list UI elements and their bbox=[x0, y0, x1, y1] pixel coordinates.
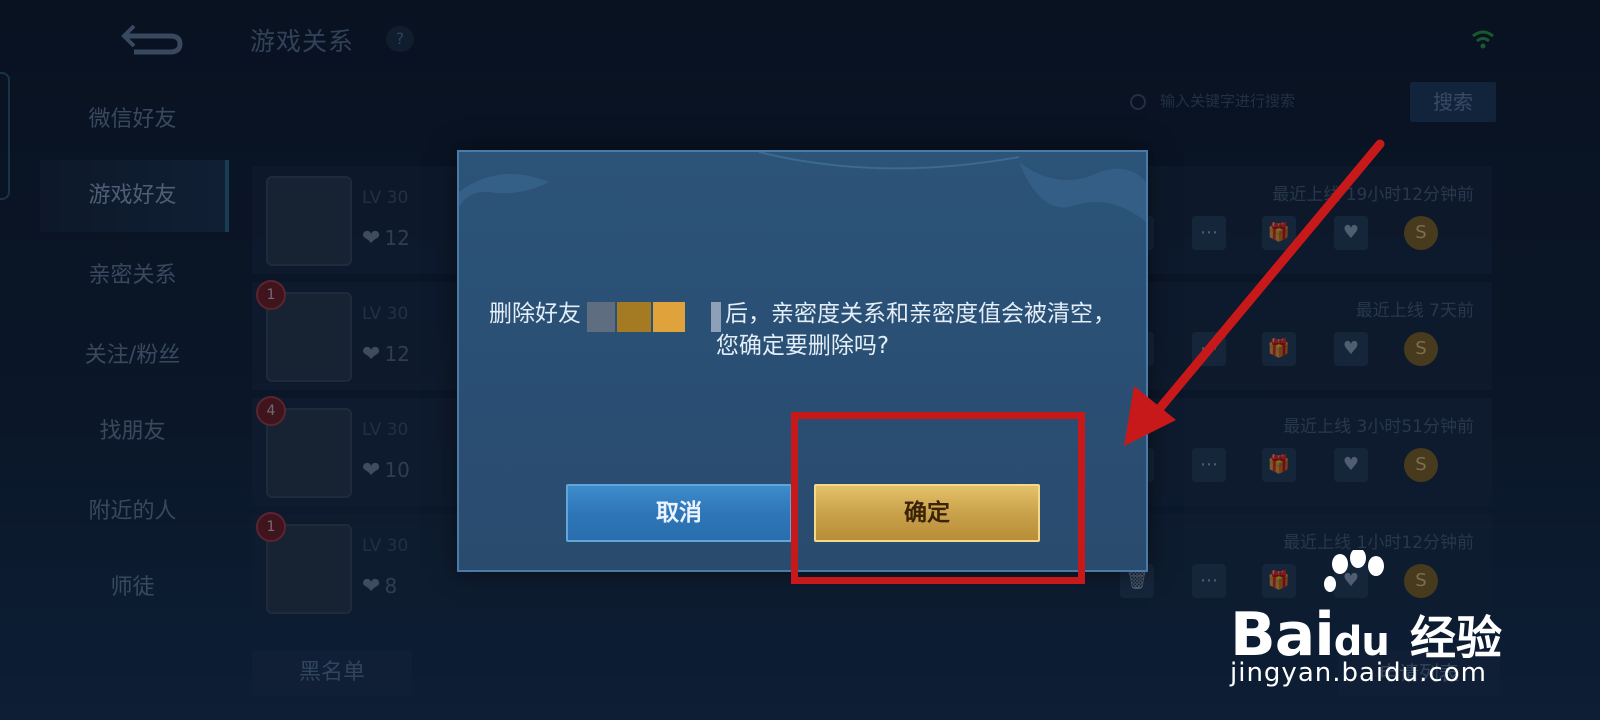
dialog-cloud-decoration bbox=[459, 152, 1146, 222]
cancel-button[interactable]: 取消 bbox=[566, 484, 792, 542]
baidu-jingyan-watermark: Baidu 经验 jingyan.baidu.com bbox=[1230, 550, 1560, 690]
message-prefix: 删除好友 bbox=[489, 301, 581, 327]
dialog-message: 删除好友 后，亲密度关系和亲密度值会被清空，您确定要删除吗? bbox=[489, 298, 1116, 362]
highlight-box bbox=[791, 412, 1085, 584]
redacted-name bbox=[583, 301, 723, 332]
watermark-url: jingyan.baidu.com bbox=[1230, 658, 1487, 688]
message-suffix: 后，亲密度关系和亲密度值会被清空，您确定要删除吗? bbox=[715, 301, 1116, 359]
